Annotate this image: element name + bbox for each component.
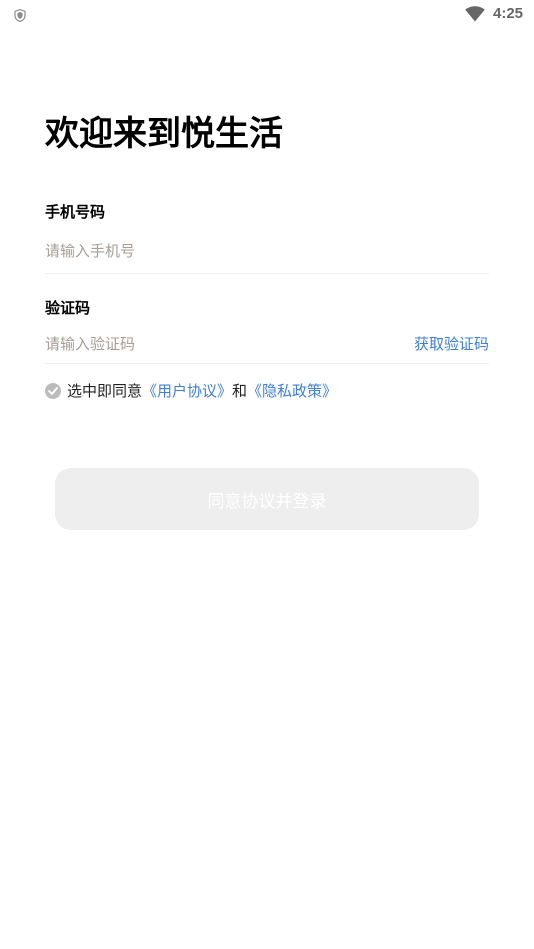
status-bar: 4:25: [0, 0, 534, 28]
page-title: 欢迎来到悦生活: [45, 114, 283, 154]
verification-code-input[interactable]: [45, 332, 345, 356]
agreement-prefix: 选中即同意: [67, 382, 143, 400]
checkbox-icon[interactable]: [45, 383, 61, 399]
user-agreement-link[interactable]: 《用户协议》: [142, 380, 232, 402]
get-code-button[interactable]: 获取验证码: [414, 333, 489, 355]
phone-divider: [45, 273, 489, 274]
wifi-icon: [465, 6, 485, 22]
privacy-policy-link[interactable]: 《隐私政策》: [247, 380, 337, 402]
phone-label: 手机号码: [45, 203, 106, 221]
code-label: 验证码: [45, 299, 91, 317]
status-time: 4:25: [493, 5, 524, 22]
agreement-row: 选中即同意 《用户协议》 和 《隐私政策》: [45, 380, 337, 402]
agree-and-login-button[interactable]: 同意协议并登录: [55, 468, 479, 530]
code-divider: [45, 363, 489, 364]
shield-icon: [14, 7, 26, 23]
agreement-conjunction: 和: [232, 382, 248, 400]
phone-input[interactable]: [45, 239, 405, 263]
